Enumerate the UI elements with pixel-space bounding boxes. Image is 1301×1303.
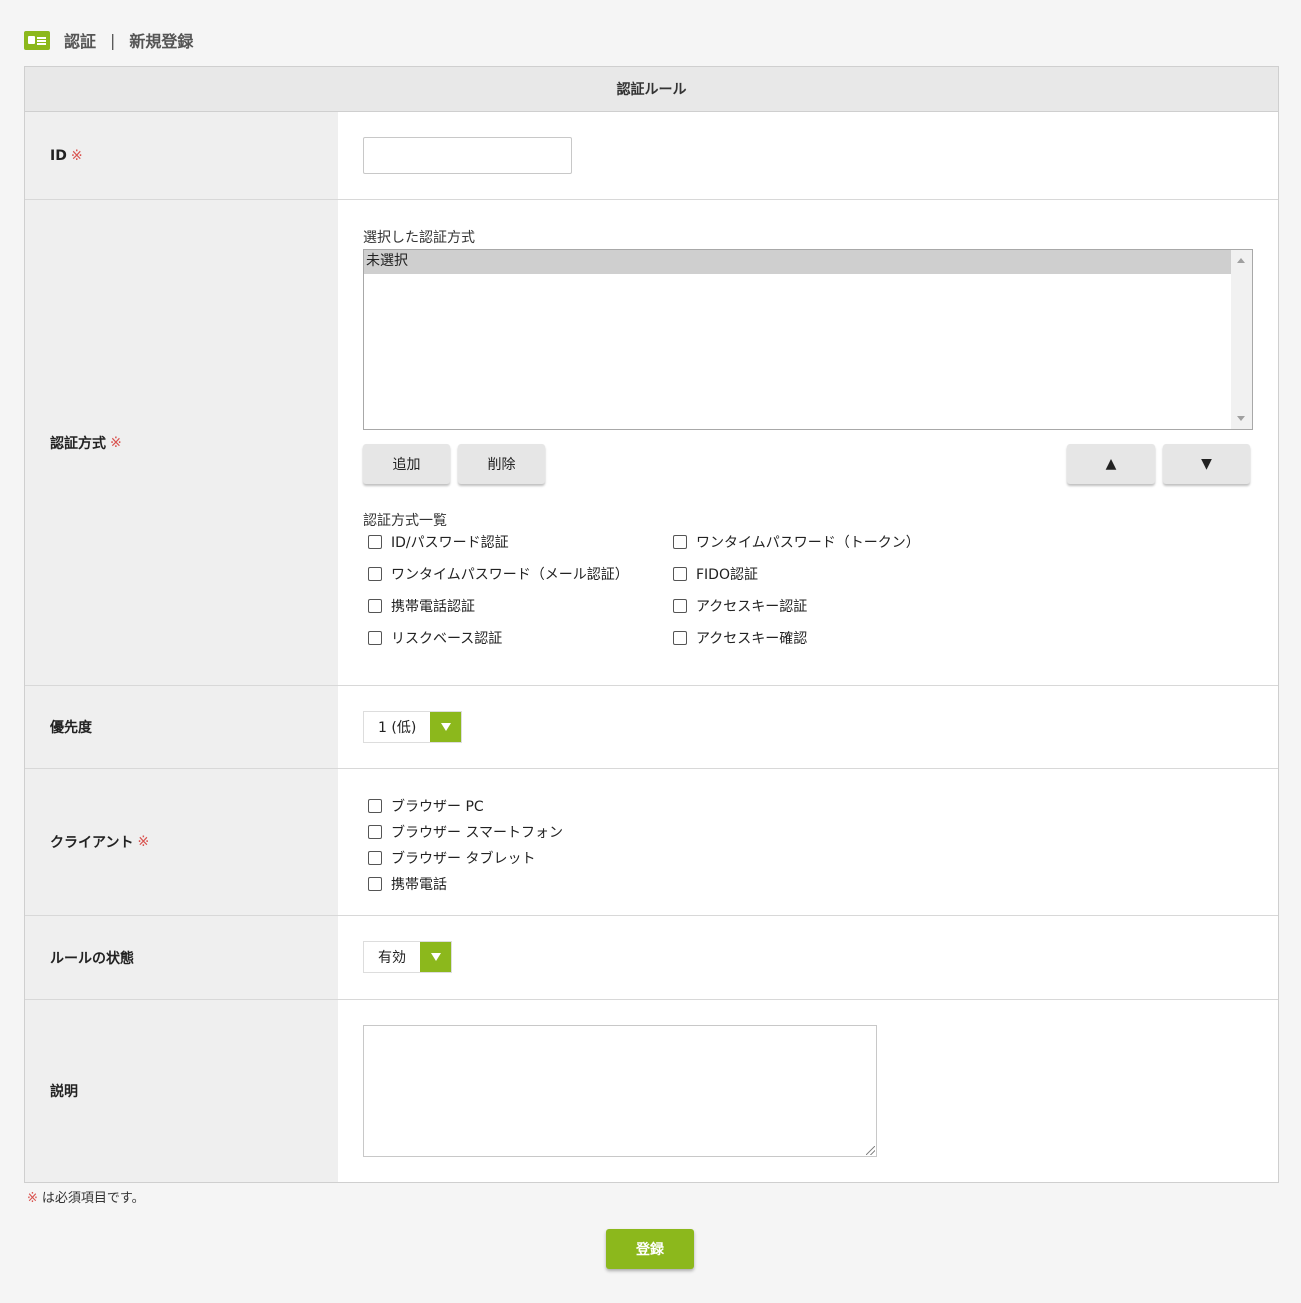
description-textarea[interactable] bbox=[363, 1025, 877, 1157]
priority-value: 1 (低) bbox=[378, 720, 417, 736]
required-mark: ※ bbox=[27, 1191, 38, 1206]
rule-state-value: 有効 bbox=[378, 950, 406, 966]
chevron-down-icon[interactable] bbox=[420, 942, 451, 972]
row-priority: 優先度 1 (低) bbox=[25, 686, 1278, 769]
checkbox-label: アクセスキー認証 bbox=[696, 599, 808, 615]
client-option-browser-pc[interactable]: ブラウザー PC bbox=[368, 796, 563, 816]
priority-label-cell: 優先度 bbox=[25, 686, 338, 768]
id-card-icon bbox=[24, 30, 50, 50]
method-option-mobile[interactable]: 携帯電話認証 bbox=[368, 596, 475, 616]
checkbox[interactable] bbox=[673, 567, 687, 581]
priority-select[interactable]: 1 (低) bbox=[363, 711, 463, 743]
method-list-title: 認証方式一覧 bbox=[363, 513, 447, 529]
selected-methods-listbox[interactable]: 未選択 bbox=[363, 249, 1253, 430]
checkbox-label: ブラウザー タブレット bbox=[391, 851, 536, 867]
row-rule-state: ルールの状態 有効 bbox=[25, 916, 1278, 1000]
required-note-text: は必須項目です。 bbox=[41, 1191, 145, 1206]
description-label: 説明 bbox=[50, 1084, 78, 1100]
method-option-otp-token[interactable]: ワンタイムパスワード（トークン） bbox=[673, 532, 920, 552]
add-button[interactable]: 追加 bbox=[363, 444, 450, 484]
rule-state-label: ルールの状態 bbox=[50, 950, 134, 967]
description-label-cell: 説明 bbox=[25, 1000, 338, 1182]
move-down-button[interactable]: ▼ bbox=[1163, 444, 1250, 484]
scroll-up-icon[interactable] bbox=[1237, 258, 1245, 263]
checkbox-label: リスクベース認証 bbox=[391, 631, 503, 647]
method-option-id-password[interactable]: ID/パスワード認証 bbox=[368, 532, 509, 552]
checkbox[interactable] bbox=[673, 599, 687, 613]
auth-rule-form: 認証ルール ID ※ 認証方式 ※ 選択した認証方式 未選択 追加 削除 ▲ ▼… bbox=[24, 66, 1279, 1183]
checkbox[interactable] bbox=[368, 825, 382, 839]
checkbox-label: ブラウザー スマートフォン bbox=[391, 825, 564, 841]
required-mark: ※ bbox=[110, 434, 122, 451]
required-note: ※ は必須項目です。 bbox=[27, 1187, 145, 1206]
checkbox-label: FIDO認証 bbox=[696, 567, 758, 583]
row-auth-method: 認証方式 ※ 選択した認証方式 未選択 追加 削除 ▲ ▼ 認証方式一覧 ID/… bbox=[25, 200, 1278, 686]
scroll-down-icon[interactable] bbox=[1237, 416, 1245, 421]
client-label-cell: クライアント ※ bbox=[25, 769, 338, 915]
checkbox[interactable] bbox=[673, 631, 687, 645]
required-mark: ※ bbox=[70, 147, 83, 164]
breadcrumb-separator: | bbox=[110, 30, 116, 50]
client-checkbox-list: ブラウザー PC ブラウザー スマートフォン ブラウザー タブレット 携帯電話 bbox=[368, 796, 563, 894]
listbox-scrollbar[interactable] bbox=[1231, 250, 1252, 429]
id-label: ID bbox=[50, 147, 67, 164]
checkbox[interactable] bbox=[368, 631, 382, 645]
page-header: 認証 | 新規登録 bbox=[24, 28, 193, 52]
register-button[interactable]: 登録 bbox=[606, 1229, 694, 1269]
client-label: クライアント bbox=[50, 835, 134, 851]
breadcrumb-section: 認証 bbox=[64, 32, 97, 51]
method-option-otp-mail[interactable]: ワンタイムパスワード（メール認証） bbox=[368, 564, 629, 584]
method-option-access-key-confirm[interactable]: アクセスキー確認 bbox=[673, 628, 807, 648]
checkbox[interactable] bbox=[368, 851, 382, 865]
checkbox-label: 携帯電話認証 bbox=[391, 599, 475, 615]
move-up-button[interactable]: ▲ bbox=[1067, 444, 1155, 484]
auth-method-label-cell: 認証方式 ※ bbox=[25, 200, 338, 685]
checkbox[interactable] bbox=[368, 877, 382, 891]
checkbox-label: ID/パスワード認証 bbox=[391, 535, 509, 551]
table-title: 認証ルール bbox=[25, 67, 1278, 112]
client-option-mobile[interactable]: 携帯電話 bbox=[368, 874, 563, 894]
priority-label: 優先度 bbox=[50, 720, 92, 736]
chevron-down-icon[interactable] bbox=[430, 712, 462, 742]
method-option-risk-based[interactable]: リスクベース認証 bbox=[368, 628, 502, 648]
row-description: 説明 bbox=[25, 1000, 1278, 1182]
auth-method-label: 認証方式 bbox=[50, 435, 106, 452]
checkbox[interactable] bbox=[368, 535, 382, 549]
required-mark: ※ bbox=[137, 834, 150, 850]
breadcrumb-page: 新規登録 bbox=[129, 32, 194, 51]
checkbox[interactable] bbox=[368, 599, 382, 613]
checkbox[interactable] bbox=[673, 535, 687, 549]
checkbox-label: ワンタイムパスワード（メール認証） bbox=[391, 567, 629, 583]
row-client: クライアント ※ ブラウザー PC ブラウザー スマートフォン ブラウザー タブ… bbox=[25, 769, 1278, 916]
id-input[interactable] bbox=[363, 137, 572, 174]
selected-methods-label: 選択した認証方式 bbox=[363, 230, 475, 246]
checkbox[interactable] bbox=[368, 799, 382, 813]
id-label-cell: ID ※ bbox=[25, 112, 338, 199]
rule-state-select[interactable]: 有効 bbox=[363, 941, 452, 973]
row-id: ID ※ bbox=[25, 112, 1278, 200]
method-option-access-key[interactable]: アクセスキー認証 bbox=[673, 596, 807, 616]
checkbox-label: ブラウザー PC bbox=[391, 799, 484, 815]
delete-button[interactable]: 削除 bbox=[458, 444, 545, 484]
checkbox-label: アクセスキー確認 bbox=[696, 631, 808, 647]
client-option-browser-smartphone[interactable]: ブラウザー スマートフォン bbox=[368, 822, 563, 842]
method-option-fido[interactable]: FIDO認証 bbox=[673, 564, 758, 584]
client-option-browser-tablet[interactable]: ブラウザー タブレット bbox=[368, 848, 563, 868]
checkbox-label: ワンタイムパスワード（トークン） bbox=[696, 535, 920, 551]
rule-state-label-cell: ルールの状態 bbox=[25, 916, 338, 999]
checkbox-label: 携帯電話 bbox=[391, 877, 447, 893]
checkbox[interactable] bbox=[368, 567, 382, 581]
listbox-option[interactable]: 未選択 bbox=[364, 250, 1231, 274]
